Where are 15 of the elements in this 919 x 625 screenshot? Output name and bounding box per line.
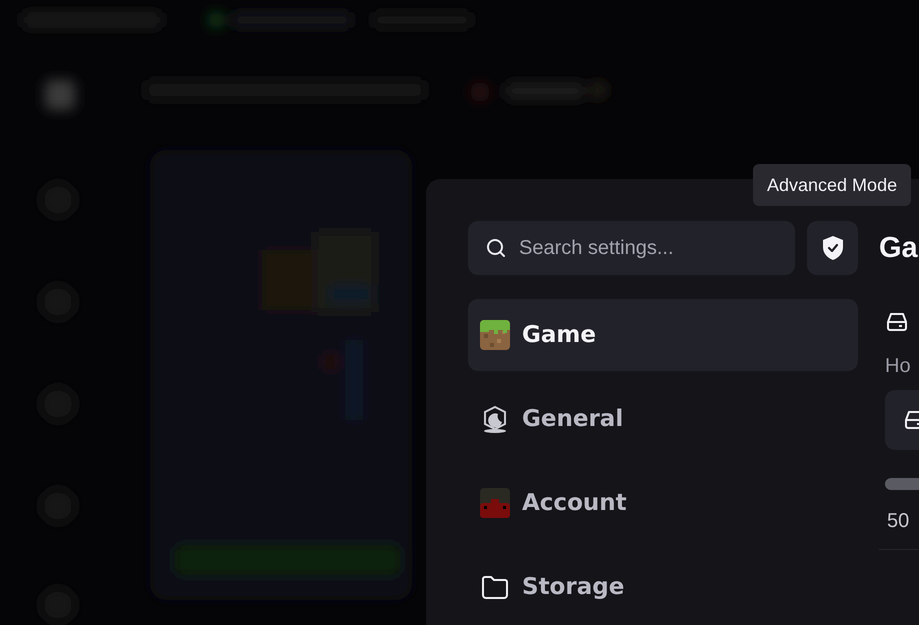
search-icon: [486, 238, 506, 258]
nav-item[interactable]: Game: [468, 299, 858, 371]
section-title: Ga: [879, 231, 918, 266]
grass-block-icon: [480, 320, 510, 350]
search-field[interactable]: Search settings...: [468, 221, 795, 275]
avatar-icon: [480, 488, 510, 518]
advanced-mode-button[interactable]: [807, 221, 858, 275]
drive-icon: [885, 311, 909, 333]
tooltip: Advanced Mode: [753, 164, 912, 206]
nav-item[interactable]: General: [468, 383, 858, 455]
nav-item[interactable]: Storage: [468, 551, 858, 623]
setting-description: Ho: [885, 355, 911, 378]
slider-value: 50: [887, 510, 910, 533]
nav-item[interactable]: Account: [468, 467, 858, 539]
shield-check-icon: [820, 235, 844, 261]
